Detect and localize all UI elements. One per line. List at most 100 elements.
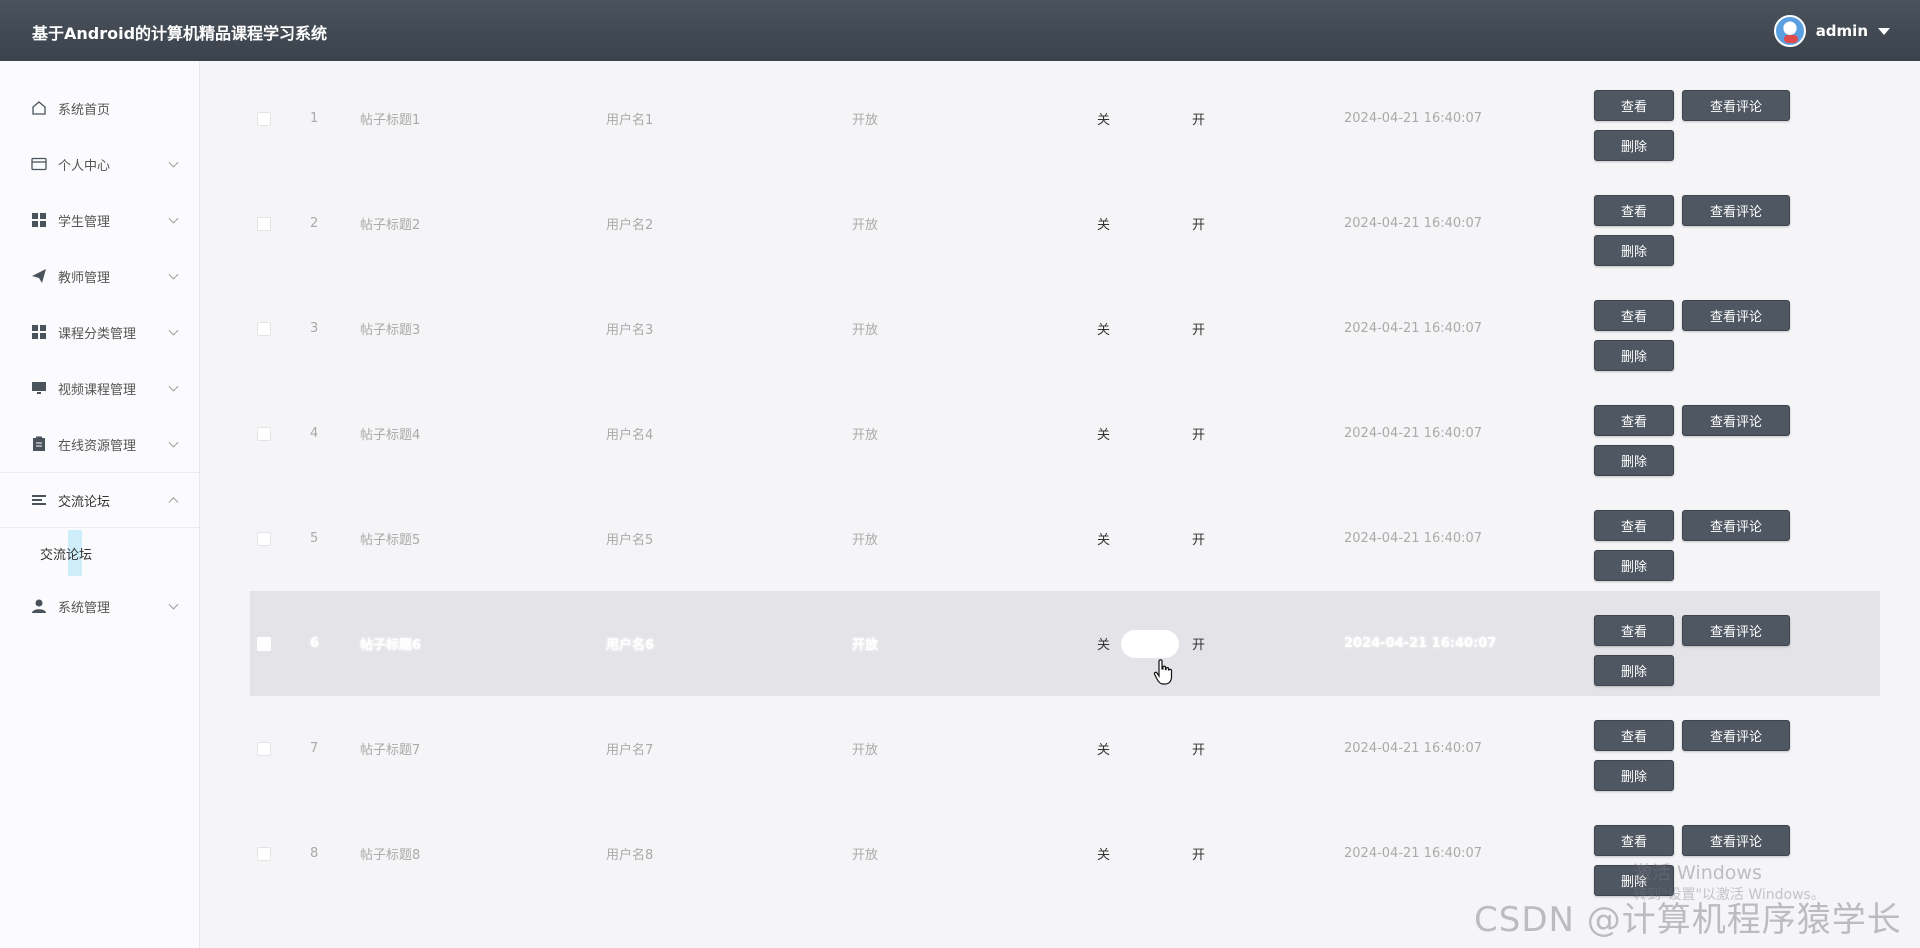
delete-button[interactable]: 删除 — [1594, 655, 1674, 686]
sidebar-item-forum[interactable]: 交流论坛 — [0, 472, 199, 528]
hand-cursor-icon — [1153, 659, 1173, 685]
view-comments-button[interactable]: 查看评论 — [1682, 615, 1790, 646]
row-index: 1 — [310, 111, 319, 126]
view-button[interactable]: 查看 — [1594, 300, 1674, 331]
post-time: 2024-04-21 16:40:07 — [1344, 846, 1483, 861]
status-switch[interactable] — [1121, 525, 1179, 553]
post-title: 帖子标题6 — [360, 638, 422, 653]
table-row[interactable]: 3 帖子标题3 用户名3 开放 关 开 2024-04-21 16:40:07 … — [250, 276, 1880, 381]
sidebar-item-profile[interactable]: 个人中心 — [0, 136, 199, 192]
switch-on-label: 开 — [1192, 113, 1206, 128]
row-checkbox[interactable] — [257, 846, 271, 861]
row-index: 5 — [310, 531, 319, 546]
table-row[interactable]: 4 帖子标题4 用户名4 开放 关 开 2024-04-21 16:40:07 … — [250, 381, 1880, 486]
sidebar-item-teachers[interactable]: 教师管理 — [0, 248, 199, 304]
table-row[interactable]: 7 帖子标题7 用户名7 开放 关 开 2024-04-21 16:40:07 … — [250, 696, 1880, 801]
view-button[interactable]: 查看 — [1594, 510, 1674, 541]
post-time: 2024-04-21 16:40:07 — [1344, 111, 1483, 126]
view-button[interactable]: 查看 — [1594, 825, 1674, 856]
view-comments-button[interactable]: 查看评论 — [1682, 195, 1790, 226]
switch-on-label: 开 — [1192, 323, 1206, 338]
post-title: 帖子标题8 — [360, 848, 421, 863]
row-index: 2 — [310, 216, 319, 231]
delete-button[interactable]: 删除 — [1594, 550, 1674, 581]
post-time: 2024-04-21 16:40:07 — [1344, 426, 1483, 441]
status-switch[interactable] — [1121, 840, 1179, 868]
view-button[interactable]: 查看 — [1594, 195, 1674, 226]
row-checkbox[interactable] — [257, 426, 271, 441]
row-checkbox[interactable] — [257, 111, 271, 126]
row-index: 7 — [310, 741, 319, 756]
status-switch[interactable] — [1121, 315, 1179, 343]
post-user: 用户名3 — [606, 323, 654, 338]
sidebar-item-home[interactable]: 系统首页 — [0, 80, 199, 136]
post-time: 2024-04-21 16:40:07 — [1344, 216, 1483, 231]
chevron-down-icon — [168, 325, 179, 336]
table-row[interactable]: 1 帖子标题1 用户名1 开放 关 开 2024-04-21 16:40:07 … — [250, 66, 1880, 171]
view-comments-button[interactable]: 查看评论 — [1682, 720, 1790, 751]
post-status: 开放 — [852, 638, 879, 653]
row-checkbox[interactable] — [257, 741, 271, 756]
delete-button[interactable]: 删除 — [1594, 130, 1674, 161]
view-button[interactable]: 查看 — [1594, 405, 1674, 436]
switch-on-label: 开 — [1192, 218, 1206, 233]
status-switch[interactable] — [1121, 629, 1179, 658]
view-button[interactable]: 查看 — [1594, 720, 1674, 751]
switch-on-label: 开 — [1192, 743, 1206, 758]
sidebar-item-video-courses[interactable]: 视频课程管理 — [0, 360, 199, 416]
row-index: 4 — [310, 426, 319, 441]
post-status: 开放 — [852, 428, 879, 443]
post-title: 帖子标题1 — [360, 113, 421, 128]
sidebar-item-label: 课程分类管理 — [58, 326, 137, 342]
post-status: 开放 — [852, 743, 879, 758]
user-icon — [30, 597, 48, 615]
user-menu[interactable]: admin — [1773, 15, 1890, 47]
username[interactable]: admin — [1816, 22, 1868, 40]
post-status: 开放 — [852, 533, 879, 548]
post-title: 帖子标题2 — [360, 218, 421, 233]
caret-down-icon[interactable] — [1878, 27, 1890, 35]
view-button[interactable]: 查看 — [1594, 90, 1674, 121]
status-switch[interactable] — [1121, 105, 1179, 133]
row-checkbox[interactable] — [257, 531, 271, 546]
table-row[interactable]: 5 帖子标题5 用户名5 开放 关 开 2024-04-21 16:40:07 … — [250, 486, 1880, 591]
status-switch[interactable] — [1121, 210, 1179, 238]
row-checkbox[interactable] — [257, 216, 271, 231]
chevron-down-icon — [168, 213, 179, 224]
delete-button[interactable]: 删除 — [1594, 235, 1674, 266]
view-comments-button[interactable]: 查看评论 — [1682, 405, 1790, 436]
grid-icon — [30, 323, 48, 341]
row-checkbox[interactable] — [257, 321, 271, 336]
delete-button[interactable]: 删除 — [1594, 445, 1674, 476]
delete-button[interactable]: 删除 — [1594, 340, 1674, 371]
view-comments-button[interactable]: 查看评论 — [1682, 300, 1790, 331]
post-user: 用户名1 — [606, 113, 654, 128]
sidebar-item-students[interactable]: 学生管理 — [0, 192, 199, 248]
sidebar-item-course-categories[interactable]: 课程分类管理 — [0, 304, 199, 360]
view-comments-button[interactable]: 查看评论 — [1682, 510, 1790, 541]
sidebar-item-label: 系统首页 — [58, 102, 111, 118]
submenu-item-label: 交流论坛 — [40, 547, 93, 563]
post-title: 帖子标题7 — [360, 743, 421, 758]
avatar[interactable] — [1773, 15, 1806, 47]
sidebar-item-system[interactable]: 系统管理 — [0, 578, 199, 634]
status-switch[interactable] — [1121, 420, 1179, 448]
switch-on-label: 开 — [1192, 638, 1206, 653]
submenu-item-forum[interactable]: 交流论坛 — [0, 528, 199, 578]
view-comments-button[interactable]: 查看评论 — [1682, 825, 1790, 856]
post-time: 2024-04-21 16:40:07 — [1344, 741, 1483, 756]
windows-activation-title: 激活 Windows — [1633, 862, 1762, 884]
post-user: 用户名4 — [606, 428, 654, 443]
delete-button[interactable]: 删除 — [1594, 760, 1674, 791]
table-row[interactable]: 6 帖子标题6 用户名6 开放 关 开 2024-04-21 16:40:07 … — [250, 591, 1880, 696]
table-row[interactable]: 2 帖子标题2 用户名2 开放 关 开 2024-04-21 16:40:07 … — [250, 171, 1880, 276]
paper-plane-icon — [30, 267, 48, 285]
view-button[interactable]: 查看 — [1594, 615, 1674, 646]
monitor-icon — [30, 379, 48, 397]
chevron-down-icon — [168, 437, 179, 448]
post-status: 开放 — [852, 848, 879, 863]
row-checkbox[interactable] — [257, 636, 271, 651]
sidebar-item-online-resources[interactable]: 在线资源管理 — [0, 416, 199, 472]
view-comments-button[interactable]: 查看评论 — [1682, 90, 1790, 121]
status-switch[interactable] — [1121, 735, 1179, 763]
